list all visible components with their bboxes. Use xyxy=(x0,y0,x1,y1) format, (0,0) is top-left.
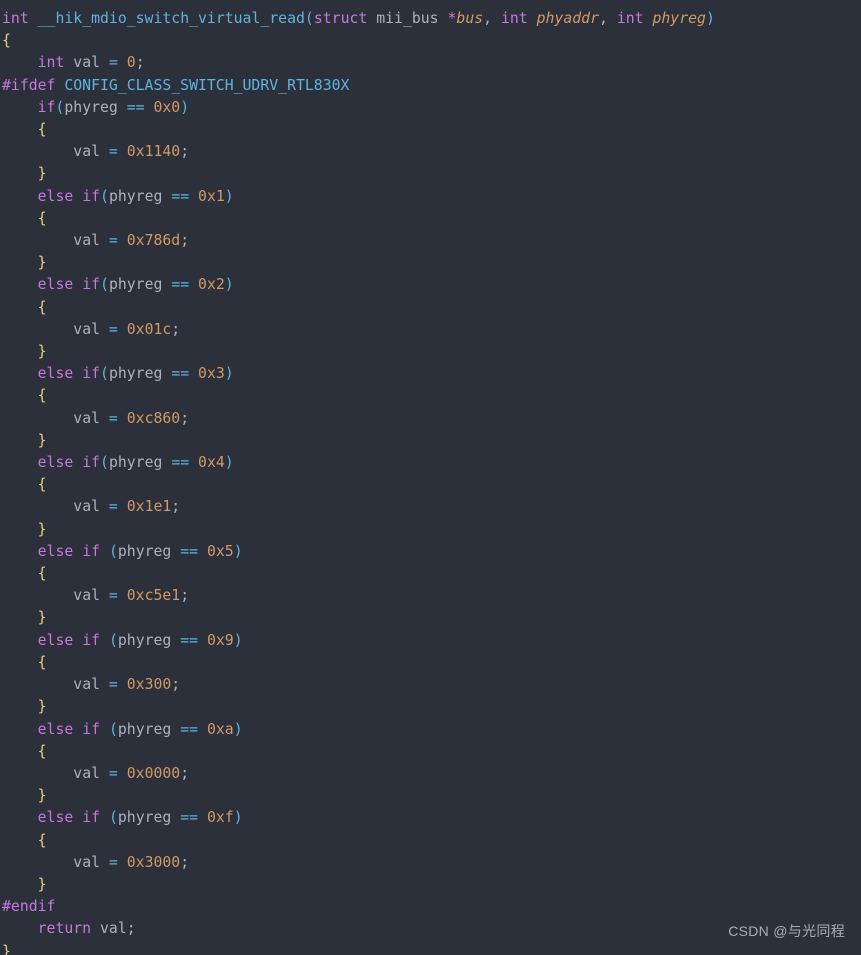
ifdef: #ifdef xyxy=(2,77,64,94)
endif: #endif xyxy=(2,898,55,915)
code-block: int __hik_mdio_switch_virtual_read(struc… xyxy=(0,0,861,955)
param-phyaddr: phyaddr xyxy=(537,10,599,27)
kw-return: return xyxy=(38,920,91,937)
open-brace: { xyxy=(2,32,11,49)
func-name: __hik_mdio_switch_virtual_read xyxy=(38,10,305,27)
watermark: CSDN @与光同程 xyxy=(728,921,845,941)
var-val: val xyxy=(73,54,100,71)
macro-name: CONFIG_CLASS_SWITCH_UDRV_RTL830X xyxy=(64,77,349,94)
param-bus: bus xyxy=(456,10,483,27)
param-phyreg: phyreg xyxy=(652,10,705,27)
kw-int: int xyxy=(2,10,29,27)
close-brace: } xyxy=(2,943,11,955)
